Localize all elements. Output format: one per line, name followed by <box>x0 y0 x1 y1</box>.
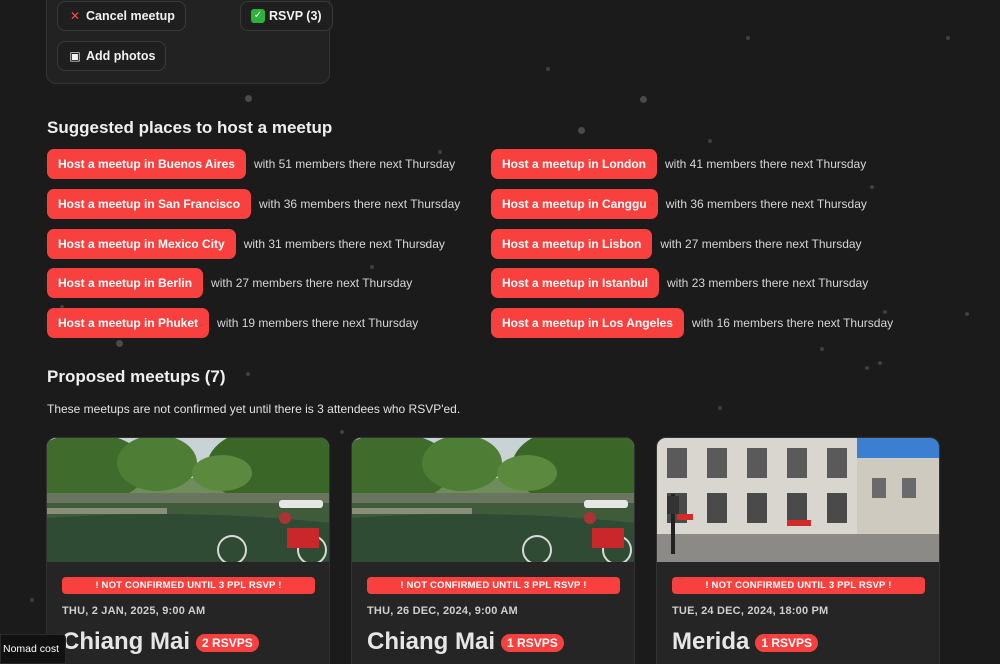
host-meetup-button[interactable]: Host a meetup in Canggu <box>491 189 658 219</box>
suggested-place-row: Host a meetup in Buenos Aires with 51 me… <box>47 149 455 179</box>
suggested-place-row: Host a meetup in London with 41 members … <box>491 149 866 179</box>
close-icon: ✕ <box>69 9 81 23</box>
meetup-card[interactable]: ! NOT CONFIRMED UNTIL 3 PPL RSVP ! THU, … <box>46 437 330 664</box>
nomad-cost-tab[interactable]: Nomad cost <box>0 634 66 664</box>
not-confirmed-badge: ! NOT CONFIRMED UNTIL 3 PPL RSVP ! <box>672 577 925 594</box>
add-photos-label: Add photos <box>86 49 156 63</box>
meetup-date: THU, 26 DEC, 2024, 9:00 AM <box>367 605 518 617</box>
meetup-actions-card: ✕ Cancel meetup ✓ RSVP (3) ▣ Add photos <box>46 0 333 84</box>
meetup-city-row: Chiang Mai 2 RSVPS <box>62 628 259 656</box>
meetup-photo <box>47 438 329 562</box>
host-meetup-button[interactable]: Host a meetup in Phuket <box>47 308 210 338</box>
add-photos-button[interactable]: ▣ Add photos <box>57 41 167 71</box>
rsvp-count-badge: 1 RSVPS <box>755 634 819 652</box>
rsvp-count-badge: 2 RSVPS <box>196 634 259 652</box>
members-note: with 36 members there next Thursday <box>665 197 867 211</box>
host-meetup-button[interactable]: Host a meetup in Mexico City <box>47 229 236 259</box>
proposed-meetups-note: These meetups are not confirmed yet unti… <box>47 402 461 416</box>
members-note: with 19 members there next Thursday <box>217 316 419 330</box>
suggested-place-row: Host a meetup in Canggu with 36 members … <box>491 189 867 219</box>
meetup-card[interactable]: ! NOT CONFIRMED UNTIL 3 PPL RSVP ! THU, … <box>351 437 635 664</box>
rsvp-button[interactable]: ✓ RSVP (3) <box>240 1 333 31</box>
suggested-place-row: Host a meetup in Istanbul with 23 member… <box>491 268 868 298</box>
checkmark-icon: ✓ <box>251 9 265 23</box>
suggested-place-row: Host a meetup in Los Angeles with 16 mem… <box>491 308 893 338</box>
meetup-city: Merida <box>672 628 750 655</box>
host-meetup-button[interactable]: Host a meetup in Istanbul <box>491 268 660 298</box>
meetup-date: THU, 2 JAN, 2025, 9:00 AM <box>62 605 206 617</box>
meetup-city: Chiang Mai <box>62 628 191 655</box>
members-note: with 27 members there next Thursday <box>660 237 862 251</box>
suggested-place-row: Host a meetup in Phuket with 19 members … <box>47 308 418 338</box>
host-meetup-button[interactable]: Host a meetup in Lisbon <box>491 229 653 259</box>
meetup-city-row: Chiang Mai 1 RSVPS <box>367 628 564 656</box>
suggested-place-row: Host a meetup in Berlin with 27 members … <box>47 268 412 298</box>
cancel-meetup-label: Cancel meetup <box>86 9 175 23</box>
suggested-place-row: Host a meetup in Mexico City with 31 mem… <box>47 229 445 259</box>
meetup-photo <box>657 438 939 562</box>
host-meetup-button[interactable]: Host a meetup in San Francisco <box>47 189 252 219</box>
suggested-place-row: Host a meetup in Lisbon with 27 members … <box>491 229 862 259</box>
not-confirmed-badge: ! NOT CONFIRMED UNTIL 3 PPL RSVP ! <box>367 577 620 594</box>
host-meetup-button[interactable]: Host a meetup in Los Angeles <box>491 308 684 338</box>
meetup-city: Chiang Mai <box>367 628 496 655</box>
members-note: with 23 members there next Thursday <box>667 276 869 290</box>
camera-icon: ▣ <box>69 49 81 63</box>
meetup-city-row: Merida 1 RSVPS <box>672 628 819 656</box>
members-note: with 16 members there next Thursday <box>691 316 894 330</box>
host-meetup-button[interactable]: Host a meetup in London <box>491 149 657 179</box>
members-note: with 41 members there next Thursday <box>665 157 867 171</box>
meetup-card[interactable]: ! NOT CONFIRMED UNTIL 3 PPL RSVP ! TUE, … <box>656 437 940 664</box>
host-meetup-button[interactable]: Host a meetup in Berlin <box>47 268 204 298</box>
members-note: with 36 members there next Thursday <box>259 197 461 211</box>
rsvp-label: RSVP (3) <box>269 9 322 23</box>
cancel-meetup-button[interactable]: ✕ Cancel meetup <box>57 1 186 31</box>
not-confirmed-badge: ! NOT CONFIRMED UNTIL 3 PPL RSVP ! <box>62 577 315 594</box>
host-meetup-button[interactable]: Host a meetup in Buenos Aires <box>47 149 246 179</box>
members-note: with 27 members there next Thursday <box>211 276 413 290</box>
rsvp-count-badge: 1 RSVPS <box>501 634 564 652</box>
proposed-meetups-title: Proposed meetups (7) <box>47 367 226 386</box>
suggested-place-row: Host a meetup in San Francisco with 36 m… <box>47 189 460 219</box>
meetup-photo <box>352 438 634 562</box>
suggested-places-title: Suggested places to host a meetup <box>47 118 333 137</box>
members-note: with 51 members there next Thursday <box>253 157 456 171</box>
members-note: with 31 members there next Thursday <box>243 237 445 251</box>
meetup-date: TUE, 24 DEC, 2024, 18:00 PM <box>672 605 829 617</box>
